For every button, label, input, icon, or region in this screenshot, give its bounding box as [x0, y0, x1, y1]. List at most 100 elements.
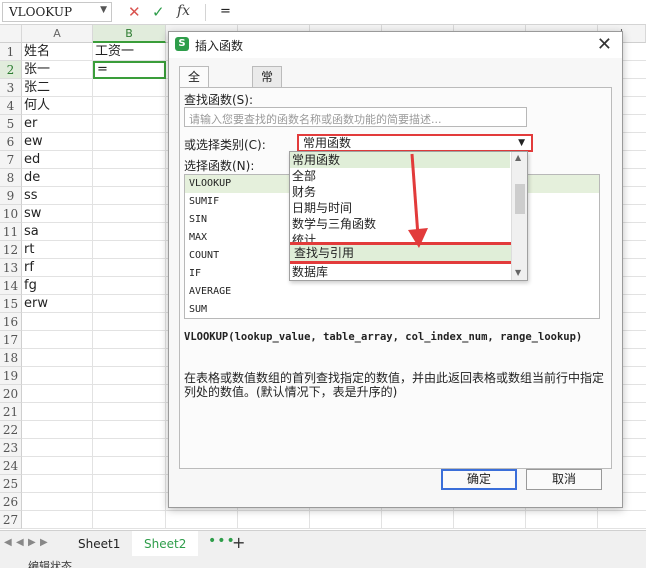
- cell-b[interactable]: [93, 439, 166, 457]
- cell-b[interactable]: [93, 385, 166, 403]
- cell-b[interactable]: [93, 277, 166, 295]
- row-header[interactable]: 17: [0, 331, 22, 349]
- row-header[interactable]: 26: [0, 493, 22, 511]
- row-header[interactable]: 27: [0, 511, 22, 529]
- row-header[interactable]: 18: [0, 349, 22, 367]
- cell-b[interactable]: [93, 331, 166, 349]
- cell-a[interactable]: erw: [22, 295, 93, 313]
- cancel-icon[interactable]: ✕: [128, 3, 141, 21]
- add-sheet-button[interactable]: +: [232, 533, 245, 552]
- row-header[interactable]: 14: [0, 277, 22, 295]
- cell-b[interactable]: [93, 79, 166, 97]
- cell[interactable]: [382, 511, 454, 529]
- next-sheet-icon[interactable]: ▶: [28, 537, 36, 548]
- cell-b[interactable]: [93, 313, 166, 331]
- cell-b[interactable]: [93, 475, 166, 493]
- cell-a[interactable]: de: [22, 169, 93, 187]
- row-header[interactable]: 12: [0, 241, 22, 259]
- cancel-button[interactable]: 取消: [526, 469, 602, 490]
- cell-b[interactable]: [93, 259, 166, 277]
- active-cell[interactable]: =: [93, 61, 166, 79]
- row-header[interactable]: 7: [0, 151, 22, 169]
- cell-a[interactable]: [22, 511, 93, 529]
- cell-a[interactable]: 姓名: [22, 43, 93, 61]
- tab-sheet2[interactable]: Sheet2: [132, 531, 199, 557]
- cell-b[interactable]: [93, 205, 166, 223]
- row-header[interactable]: 5: [0, 115, 22, 133]
- list-item[interactable]: AVERAGE: [185, 283, 599, 301]
- cell-b[interactable]: [93, 223, 166, 241]
- scrollbar-thumb[interactable]: [515, 184, 525, 214]
- enter-icon[interactable]: ✓: [152, 3, 165, 21]
- last-sheet-icon[interactable]: ▶: [40, 537, 48, 548]
- cell-b[interactable]: [93, 169, 166, 187]
- dialog-titlebar[interactable]: S 插入函数 ✕: [169, 32, 622, 58]
- row-header[interactable]: 10: [0, 205, 22, 223]
- cell-b[interactable]: [93, 457, 166, 475]
- cell-b[interactable]: 工资一: [93, 43, 166, 61]
- row-header[interactable]: 9: [0, 187, 22, 205]
- cell-a[interactable]: ew: [22, 133, 93, 151]
- tab-sheet1[interactable]: Sheet1: [66, 531, 132, 557]
- cell-a[interactable]: [22, 367, 93, 385]
- category-select[interactable]: 常用函数 ▼: [297, 134, 533, 152]
- cell-a[interactable]: [22, 439, 93, 457]
- cell-a[interactable]: [22, 349, 93, 367]
- row-header[interactable]: 8: [0, 169, 22, 187]
- dropdown-option[interactable]: 数据库: [290, 264, 510, 280]
- cell-b[interactable]: [93, 151, 166, 169]
- prev-sheet-icon[interactable]: ◀: [16, 537, 24, 548]
- cell-a[interactable]: [22, 457, 93, 475]
- cell[interactable]: [238, 511, 310, 529]
- chevron-down-icon[interactable]: ▼: [518, 136, 525, 150]
- tab-all-functions[interactable]: 全部函数: [179, 66, 210, 144]
- row-header[interactable]: 22: [0, 421, 22, 439]
- row-header[interactable]: 3: [0, 79, 22, 97]
- cell-a[interactable]: er: [22, 115, 93, 133]
- cell-b[interactable]: [93, 115, 166, 133]
- ok-button[interactable]: 确定: [441, 469, 517, 490]
- cell-b[interactable]: [93, 241, 166, 259]
- cell-b[interactable]: [93, 403, 166, 421]
- function-search-input[interactable]: 请输入您要查找的函数名称或函数功能的简要描述...: [184, 107, 527, 127]
- cell-a[interactable]: [22, 403, 93, 421]
- cell-a[interactable]: fg: [22, 277, 93, 295]
- cell-b[interactable]: [93, 367, 166, 385]
- row-header[interactable]: 4: [0, 97, 22, 115]
- cell[interactable]: [454, 511, 526, 529]
- cell-a[interactable]: rt: [22, 241, 93, 259]
- row-header[interactable]: 13: [0, 259, 22, 277]
- cell-a[interactable]: [22, 313, 93, 331]
- column-header-a[interactable]: A: [22, 25, 93, 43]
- formula-input[interactable]: =: [220, 4, 231, 19]
- cell-a[interactable]: sa: [22, 223, 93, 241]
- dropdown-option[interactable]: 全部: [290, 168, 510, 184]
- dropdown-option[interactable]: 常用函数: [290, 152, 510, 168]
- column-header-b[interactable]: B: [93, 25, 166, 43]
- cell-a[interactable]: 何人: [22, 97, 93, 115]
- row-header[interactable]: 21: [0, 403, 22, 421]
- cell-a[interactable]: [22, 493, 93, 511]
- insert-function-icon[interactable]: fx: [177, 3, 190, 19]
- cell-a[interactable]: ss: [22, 187, 93, 205]
- row-header[interactable]: 11: [0, 223, 22, 241]
- cell-b[interactable]: [93, 187, 166, 205]
- row-header[interactable]: 23: [0, 439, 22, 457]
- name-box[interactable]: VLOOKUP ▼: [2, 2, 112, 22]
- cell-b[interactable]: [93, 493, 166, 511]
- row-header[interactable]: 16: [0, 313, 22, 331]
- cell-b[interactable]: [93, 349, 166, 367]
- row-header[interactable]: 15: [0, 295, 22, 313]
- scroll-down-icon[interactable]: ▼: [515, 268, 521, 277]
- row-header[interactable]: 6: [0, 133, 22, 151]
- dropdown-option[interactable]: 数学与三角函数: [290, 216, 510, 232]
- scrollbar[interactable]: ▲ ▼: [511, 152, 527, 280]
- close-icon[interactable]: ✕: [597, 34, 612, 55]
- cell-a[interactable]: ed: [22, 151, 93, 169]
- row-header[interactable]: 24: [0, 457, 22, 475]
- scroll-up-icon[interactable]: ▲: [515, 153, 521, 162]
- first-sheet-icon[interactable]: ◀: [4, 537, 12, 548]
- row-header[interactable]: 19: [0, 367, 22, 385]
- row-header[interactable]: 25: [0, 475, 22, 493]
- cell[interactable]: [526, 511, 598, 529]
